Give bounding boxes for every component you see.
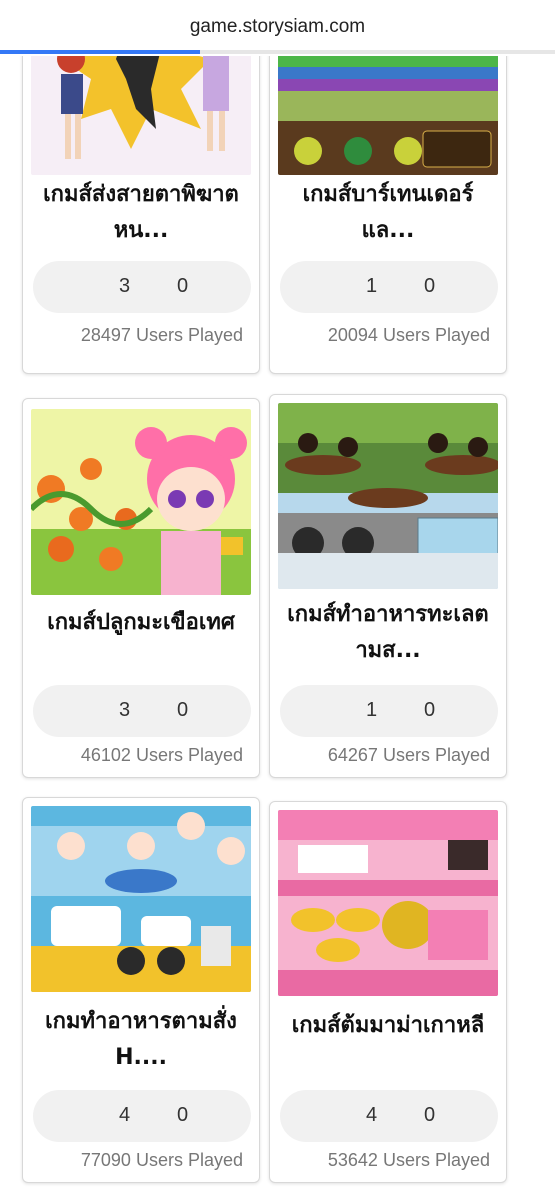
users-played-count: 46102 Users Played <box>80 745 243 765</box>
url-text[interactable]: game.storysiam.com <box>0 16 555 38</box>
users-played-count: 53642 Users Played <box>327 1150 490 1170</box>
upvote-count[interactable]: 4 <box>119 1104 130 1127</box>
vote-pill: 1 0 <box>280 685 498 737</box>
browser-url-bar[interactable]: game.storysiam.com <box>0 0 555 56</box>
game-card[interactable]: เกมส์บาร์เทนเดอร์ แล... 1 0 20094 Users … <box>269 0 507 374</box>
game-title[interactable]: เกมส์บาร์เทนเดอร์ แล... <box>276 177 500 249</box>
users-played-count: 20094 Users Played <box>327 325 490 345</box>
downvote-count[interactable]: 0 <box>424 1104 435 1127</box>
vote-pill: 4 0 <box>280 1090 498 1142</box>
game-card[interactable]: เกมส์ปลูกมะเขือเทศ 3 0 46102 Users Playe… <box>22 398 260 778</box>
vote-pill: 3 0 <box>33 685 251 737</box>
game-card[interactable]: เกมส์ส่งสายตาพิฆาต หน... 3 0 28497 Users… <box>22 0 260 374</box>
users-played-count: 64267 Users Played <box>327 745 490 765</box>
game-thumbnail[interactable] <box>278 403 498 589</box>
game-thumbnail[interactable] <box>31 806 251 992</box>
game-title[interactable]: เกมทำอาหารตามสั่ง H.... <box>29 1004 253 1076</box>
upvote-count[interactable]: 3 <box>119 699 130 722</box>
page-load-progress <box>0 50 555 54</box>
vote-pill: 1 0 <box>280 261 498 313</box>
game-title[interactable]: เกมส์ต้มมาม่าเกาหลี <box>276 1008 500 1044</box>
users-played-count: 77090 Users Played <box>80 1150 243 1170</box>
upvote-count[interactable]: 1 <box>366 699 377 722</box>
users-played-count: 28497 Users Played <box>80 325 243 345</box>
downvote-count[interactable]: 0 <box>424 275 435 298</box>
upvote-count[interactable]: 4 <box>366 1104 377 1127</box>
game-card[interactable]: เกมส์ต้มมาม่าเกาหลี 4 0 53642 Users Play… <box>269 801 507 1183</box>
game-grid: เกมส์ส่งสายตาพิฆาต หน... 3 0 28497 Users… <box>0 0 555 1200</box>
downvote-count[interactable]: 0 <box>424 699 435 722</box>
game-card[interactable]: เกมส์ทำอาหารทะเลต ามส... 1 0 64267 Users… <box>269 394 507 778</box>
game-title[interactable]: เกมส์ส่งสายตาพิฆาต หน... <box>29 177 253 249</box>
upvote-count[interactable]: 3 <box>119 275 130 298</box>
upvote-count[interactable]: 1 <box>366 275 377 298</box>
downvote-count[interactable]: 0 <box>177 275 188 298</box>
downvote-count[interactable]: 0 <box>177 1104 188 1127</box>
game-thumbnail[interactable] <box>278 810 498 996</box>
page-load-progress-fill <box>0 50 200 54</box>
game-thumbnail[interactable] <box>31 409 251 595</box>
vote-pill: 4 0 <box>33 1090 251 1142</box>
game-title[interactable]: เกมส์ปลูกมะเขือเทศ <box>29 605 253 641</box>
vote-pill: 3 0 <box>33 261 251 313</box>
game-title[interactable]: เกมส์ทำอาหารทะเลต ามส... <box>276 597 500 669</box>
game-card[interactable]: เกมทำอาหารตามสั่ง H.... 4 0 77090 Users … <box>22 797 260 1183</box>
downvote-count[interactable]: 0 <box>177 699 188 722</box>
